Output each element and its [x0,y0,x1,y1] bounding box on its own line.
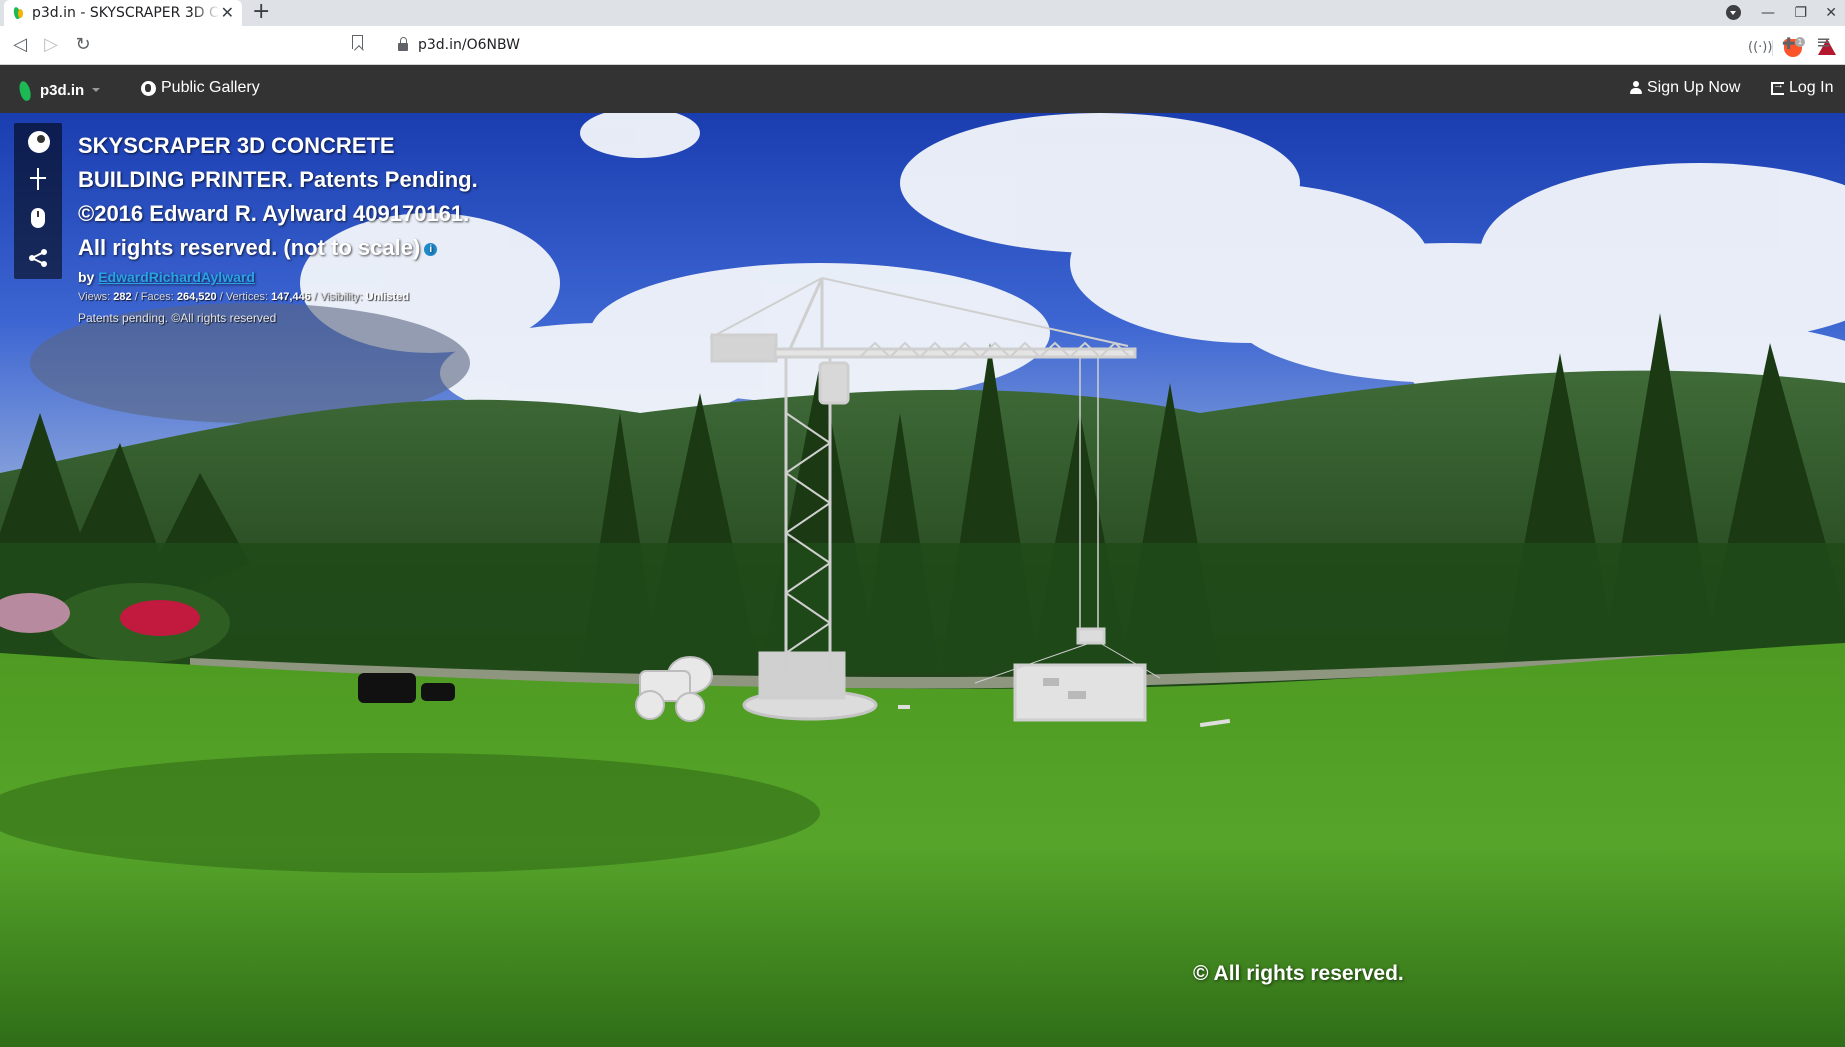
brand-menu[interactable]: p3d.in [18,79,101,101]
p3d-logo-icon [18,79,32,101]
sphere-icon [28,131,50,153]
model-stats: Views: 282 / Faces: 264,520 / Vertices: … [78,291,498,303]
scene-copyright: © All rights reserved. [1193,962,1404,985]
toolbar-divider [1772,40,1773,56]
tab-title: p3d.in - SKYSCRAPER 3D C [32,5,219,21]
window-close-icon[interactable]: ✕ [1825,2,1837,24]
faces-value: 264,520 [176,291,217,303]
model-note: Patents pending. ©All rights reserved [78,311,277,325]
model-title-text: SKYSCRAPER 3D CONCRETE BUILDING PRINTER.… [78,133,478,260]
reload-icon[interactable]: ↻ [70,32,96,58]
by-label: by [78,269,95,285]
share-button[interactable] [14,239,62,277]
new-tab-button[interactable]: + [252,0,270,24]
visibility-label: / Visibility: [313,291,363,303]
material-view-button[interactable] [14,123,62,161]
signal-icon[interactable]: ((·)) [1748,39,1772,57]
browser-tab[interactable]: p3d.in - SKYSCRAPER 3D C ✕ [4,0,242,26]
brand-name: p3d.in [40,81,85,99]
log-in-link[interactable]: Log In [1771,79,1833,97]
share-icon [29,249,47,267]
sign-up-label: Sign Up Now [1647,79,1741,96]
byline: by EdwardRichardAylward [78,269,498,285]
vertices-label: / Vertices: [219,291,268,303]
minimize-icon[interactable]: — [1761,2,1775,24]
viewer-toolbar [14,123,62,279]
address-bar[interactable]: p3d.in/O6NBW ((·)) 1 [384,30,1836,60]
tab-close-icon[interactable]: ✕ [221,3,234,23]
site-header: p3d.in Public Gallery Sign Up Now Log In [0,65,1845,113]
public-gallery-link[interactable]: Public Gallery [141,79,260,97]
lock-icon [398,37,408,51]
sign-up-link[interactable]: Sign Up Now [1630,79,1740,97]
faces-label: / Faces: [134,291,174,303]
caret-down-icon [92,88,101,92]
browser-toolbar: ◁ ▷ ↻ p3d.in/O6NBW ((·)) 1 ✚ ≡ [0,26,1845,65]
brave-shield-badge: 1 [1795,37,1805,47]
user-icon [1630,81,1642,95]
back-icon[interactable]: ◁ [7,32,33,58]
model-title: SKYSCRAPER 3D CONCRETE BUILDING PRINTER.… [78,129,498,265]
info-icon[interactable]: i [424,242,438,256]
navigation-mode-button[interactable] [14,161,62,199]
forward-icon[interactable]: ▷ [38,32,64,58]
browser-tab-strip: p3d.in - SKYSCRAPER 3D C ✕ + — ❐ ✕ [0,0,1845,26]
views-label: Views: [78,291,111,303]
author-link[interactable]: EdwardRichardAylward [98,269,255,285]
tab-search-icon[interactable] [1726,5,1741,20]
views-value: 282 [113,291,132,303]
bookmark-icon[interactable] [352,35,363,49]
globe-icon [141,80,156,96]
extensions-icon[interactable]: ✚ [1782,34,1795,53]
restore-icon[interactable]: ❐ [1794,2,1807,24]
p3d-favicon-icon [12,6,24,20]
model-viewer-canvas[interactable]: SKYSCRAPER 3D CONCRETE BUILDING PRINTER.… [0,113,1845,1047]
log-in-icon [1771,79,1784,95]
mouse-icon [31,208,45,228]
url-text: p3d.in/O6NBW [418,37,520,53]
vertices-value: 147,446 [271,291,311,303]
public-gallery-label: Public Gallery [161,79,260,96]
log-in-label: Log In [1789,79,1834,96]
browser-menu-icon[interactable]: ≡ [1816,32,1831,53]
axis-icon [30,168,46,190]
model-info-overlay: SKYSCRAPER 3D CONCRETE BUILDING PRINTER.… [78,129,498,325]
mouse-controls-button[interactable] [14,200,62,238]
visibility-value: Unlisted [365,291,410,303]
